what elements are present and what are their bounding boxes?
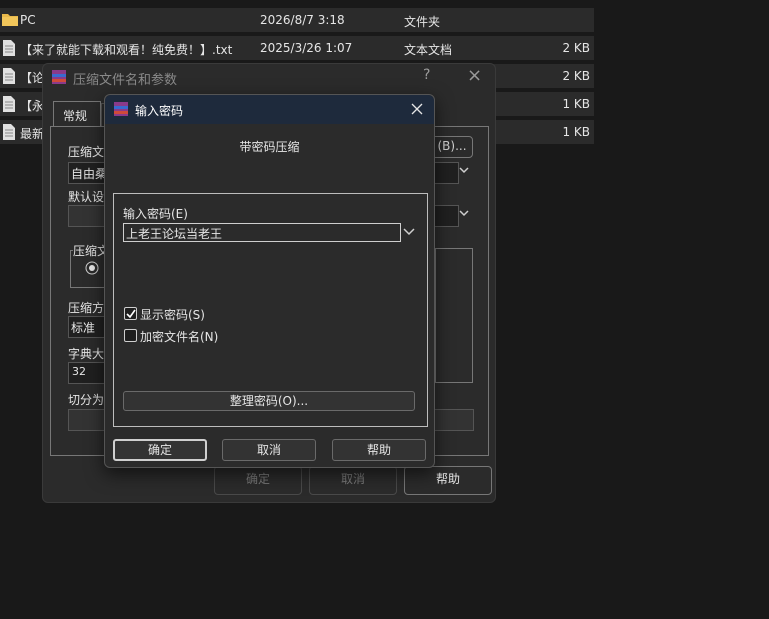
winrar-icon	[51, 69, 67, 88]
file-size: 1 KB	[562, 125, 590, 139]
file-row-pc[interactable]: PC 2026/8/7 3:18 文件夹	[0, 8, 594, 32]
dict-size-label: 字典大	[68, 347, 105, 361]
help-button[interactable]: 帮助	[332, 439, 426, 461]
winrar-icon	[113, 101, 129, 120]
text-file-icon	[2, 68, 16, 87]
help-icon[interactable]: ?	[423, 67, 430, 83]
archive-name-label: 压缩文	[68, 145, 105, 159]
show-password-label[interactable]: 显示密码(S)	[140, 306, 205, 323]
text-file-icon	[2, 96, 16, 115]
file-name: 最新	[20, 127, 45, 141]
ok-button[interactable]: 确定	[113, 439, 207, 461]
file-name: 【来了就能下载和观看！纯免费！】.txt	[20, 43, 233, 57]
cancel-button[interactable]: 取消	[222, 439, 316, 461]
method-label: 压缩方	[68, 301, 105, 315]
file-type: 文件夹	[404, 15, 441, 29]
dialog-title: 压缩文件名和参数	[73, 73, 178, 88]
ok-button[interactable]: 确定	[214, 466, 302, 495]
folder-icon	[2, 12, 18, 29]
checkmark-icon	[126, 309, 136, 319]
encrypt-filenames-label[interactable]: 加密文件名(N)	[140, 328, 218, 345]
file-size: 1 KB	[562, 97, 590, 111]
encrypt-filenames-checkbox[interactable]	[124, 329, 137, 342]
file-date: 2026/8/7 3:18	[260, 13, 345, 27]
organize-passwords-button[interactable]: 整理密码(O)...	[123, 391, 415, 411]
cancel-button[interactable]: 取消	[309, 466, 397, 495]
close-icon[interactable]: ×	[467, 65, 482, 86]
tab-general[interactable]: 常规	[53, 101, 101, 127]
chevron-down-icon[interactable]	[401, 225, 417, 242]
file-date: 2025/3/26 1:07	[260, 41, 353, 55]
archive-name-field-right[interactable]	[431, 162, 459, 184]
show-password-checkbox[interactable]	[124, 307, 137, 320]
default-profile-label: 默认设	[68, 190, 105, 204]
password-input[interactable]: 上老王论坛当老王	[123, 223, 401, 242]
help-button[interactable]: 帮助	[404, 466, 492, 495]
file-size: 2 KB	[562, 69, 590, 83]
text-file-icon	[2, 40, 16, 59]
split-label: 切分为	[68, 393, 105, 407]
password-label: 输入密码(E)	[123, 207, 188, 221]
dialog-title-bar[interactable]: 输入密码	[105, 95, 434, 124]
close-icon[interactable]	[410, 102, 424, 119]
chevron-down-icon[interactable]	[457, 163, 471, 180]
file-name: PC	[20, 13, 36, 27]
browse-button[interactable]: (B)...	[431, 136, 473, 158]
split-input-right[interactable]	[431, 409, 474, 431]
format-radio[interactable]	[85, 261, 99, 278]
file-name: 【永	[20, 99, 45, 113]
dialog-title: 输入密码	[135, 104, 184, 118]
text-file-icon	[2, 124, 16, 143]
profile-field-right[interactable]	[431, 205, 459, 227]
file-row-txt[interactable]: 【来了就能下载和观看！纯免费！】.txt 2025/3/26 1:07 文本文档…	[0, 36, 594, 60]
password-dialog: 输入密码 带密码压缩 输入密码(E) 上老王论坛当老王 显示密码(S) 加密文件…	[104, 94, 435, 468]
file-name: 【论	[20, 71, 45, 85]
options-group	[435, 248, 473, 383]
chevron-down-icon[interactable]	[457, 206, 471, 223]
file-size: 2 KB	[562, 41, 590, 55]
dialog-heading: 带密码压缩	[239, 140, 300, 154]
file-type: 文本文档	[404, 43, 453, 57]
